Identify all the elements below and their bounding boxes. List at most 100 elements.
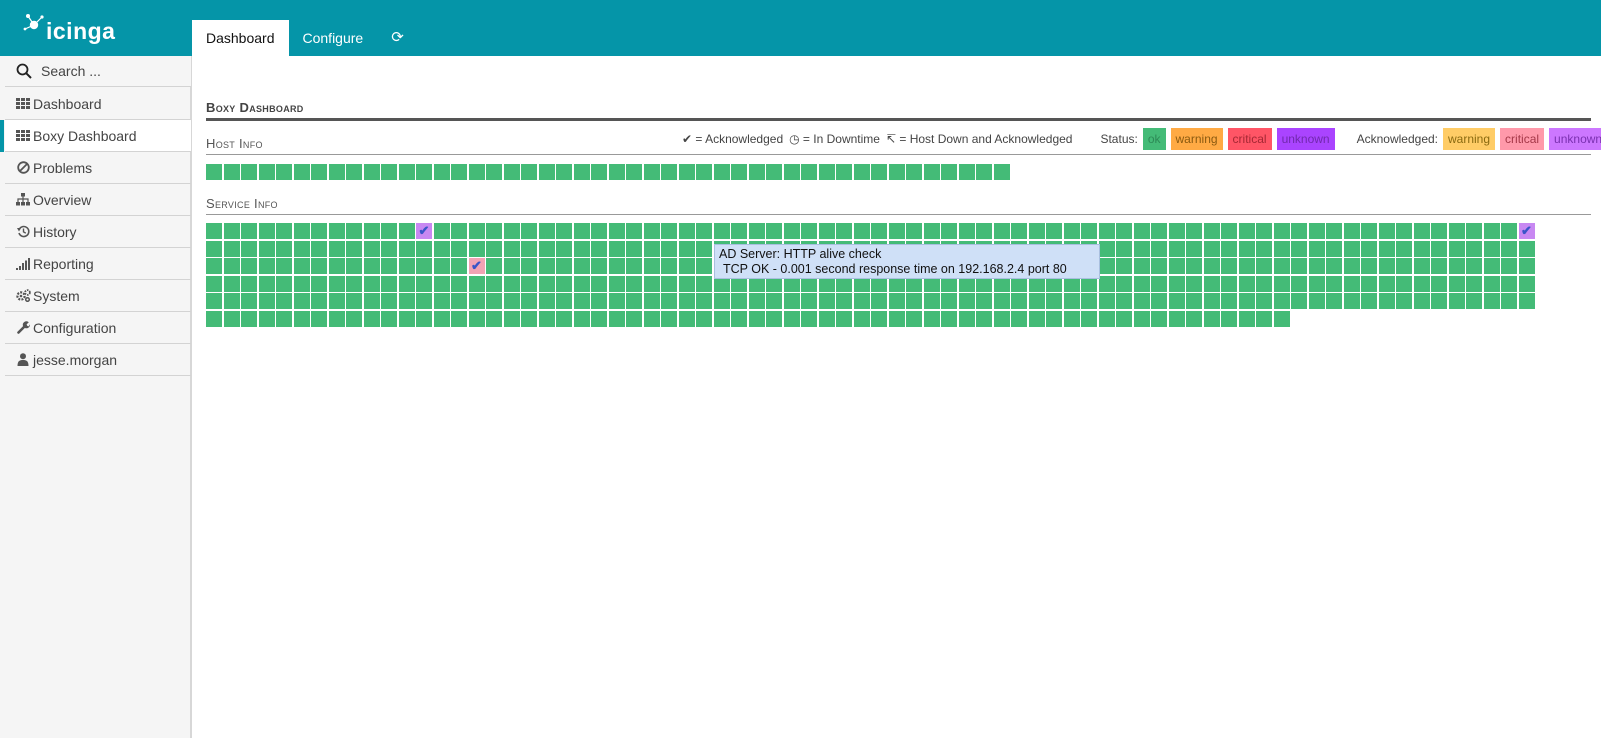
service-status-box[interactable] <box>276 258 292 274</box>
service-status-box[interactable] <box>836 293 852 309</box>
service-status-box[interactable] <box>678 258 695 274</box>
host-status-box[interactable] <box>328 164 345 180</box>
service-status-box[interactable] <box>1448 223 1465 239</box>
service-status-box[interactable] <box>1483 240 1500 257</box>
service-status-box[interactable] <box>206 293 222 309</box>
service-status-box[interactable] <box>1238 310 1255 327</box>
service-status-box[interactable] <box>416 310 432 327</box>
service-status-box[interactable] <box>1256 258 1272 274</box>
service-status-box[interactable] <box>766 223 782 239</box>
service-status-box[interactable] <box>398 223 415 239</box>
host-status-box[interactable] <box>223 164 240 180</box>
service-status-box[interactable] <box>1291 275 1307 292</box>
service-status-box[interactable] <box>1326 275 1342 292</box>
service-status-box[interactable] <box>416 275 432 292</box>
service-status-box[interactable] <box>608 310 625 327</box>
service-status-box[interactable] <box>696 293 712 309</box>
sidebar-item-system[interactable]: System <box>5 280 191 312</box>
host-status-box[interactable] <box>643 164 660 180</box>
service-status-box[interactable] <box>643 223 660 239</box>
service-status-box[interactable] <box>206 240 222 257</box>
service-status-box[interactable] <box>1028 223 1045 239</box>
service-status-box[interactable] <box>451 275 467 292</box>
service-status-box[interactable] <box>293 223 310 239</box>
service-status-box[interactable] <box>661 275 677 292</box>
service-status-box[interactable] <box>398 293 415 309</box>
service-status-box[interactable] <box>223 240 240 257</box>
service-status-box[interactable] <box>1186 240 1202 257</box>
service-status-box[interactable] <box>468 310 485 327</box>
host-status-box[interactable] <box>556 164 572 180</box>
service-status-box[interactable] <box>1186 258 1202 274</box>
service-status-box[interactable] <box>1308 223 1325 239</box>
host-status-box[interactable] <box>468 164 485 180</box>
service-status-box[interactable] <box>433 275 450 292</box>
service-status-box[interactable] <box>836 223 852 239</box>
service-status-box[interactable] <box>346 240 362 257</box>
service-status-box[interactable] <box>696 310 712 327</box>
service-status-box[interactable] <box>293 275 310 292</box>
service-status-box[interactable] <box>748 223 765 239</box>
service-status-box[interactable] <box>468 240 485 257</box>
service-status-box[interactable] <box>381 310 397 327</box>
service-status-box[interactable] <box>993 293 1010 309</box>
service-status-box[interactable] <box>1483 275 1500 292</box>
service-status-box[interactable] <box>696 275 712 292</box>
service-status-box[interactable] <box>1273 240 1290 257</box>
service-status-box[interactable] <box>818 310 835 327</box>
service-status-box[interactable] <box>521 293 537 309</box>
service-status-box[interactable] <box>276 240 292 257</box>
service-status-box[interactable] <box>1396 293 1412 309</box>
service-status-box[interactable] <box>1396 258 1412 274</box>
service-status-box[interactable] <box>433 258 450 274</box>
service-status-box[interactable] <box>1361 223 1377 239</box>
service-status-box[interactable] <box>1413 240 1430 257</box>
host-status-box[interactable] <box>871 164 887 180</box>
service-status-box[interactable] <box>1326 240 1342 257</box>
service-status-box[interactable] <box>1221 310 1237 327</box>
service-status-box[interactable] <box>486 223 502 239</box>
service-status-box[interactable] <box>556 275 572 292</box>
service-status-box[interactable] <box>1168 293 1185 309</box>
service-status-box[interactable] <box>241 293 257 309</box>
host-status-box[interactable] <box>346 164 362 180</box>
service-status-box[interactable] <box>1081 293 1097 309</box>
service-status-box[interactable] <box>1308 293 1325 309</box>
service-status-box[interactable] <box>1483 258 1500 274</box>
service-status-box[interactable] <box>538 310 555 327</box>
service-status-box[interactable] <box>416 258 432 274</box>
service-status-box[interactable] <box>1151 275 1167 292</box>
service-status-box[interactable] <box>223 310 240 327</box>
service-status-box[interactable] <box>1431 240 1447 257</box>
service-status-box[interactable] <box>468 223 485 239</box>
service-status-box[interactable] <box>643 293 660 309</box>
service-status-box[interactable] <box>311 240 327 257</box>
service-status-box[interactable] <box>503 240 520 257</box>
service-status-box[interactable] <box>748 293 765 309</box>
host-status-box[interactable] <box>538 164 555 180</box>
service-status-box[interactable] <box>1116 240 1132 257</box>
service-status-box[interactable] <box>206 310 222 327</box>
service-status-box[interactable] <box>1448 240 1465 257</box>
service-status-box[interactable] <box>346 223 362 239</box>
service-status-box[interactable] <box>731 223 747 239</box>
service-status-box[interactable] <box>1361 240 1377 257</box>
service-status-box[interactable] <box>591 275 607 292</box>
service-status-box[interactable] <box>696 258 712 274</box>
service-status-box-critical-acknowledged[interactable]: ✔ <box>468 258 485 274</box>
service-status-box[interactable] <box>1396 275 1412 292</box>
service-status-box[interactable] <box>1343 223 1360 239</box>
service-status-box[interactable] <box>1011 310 1027 327</box>
service-status-box[interactable] <box>748 310 765 327</box>
service-status-box[interactable] <box>433 310 450 327</box>
service-status-box[interactable] <box>503 310 520 327</box>
service-status-box[interactable] <box>591 258 607 274</box>
service-status-box[interactable] <box>1186 275 1202 292</box>
service-status-box[interactable] <box>1343 240 1360 257</box>
service-status-box[interactable] <box>1518 293 1535 309</box>
service-status-box[interactable] <box>486 275 502 292</box>
service-status-box[interactable] <box>556 240 572 257</box>
host-status-box[interactable] <box>398 164 415 180</box>
service-status-box[interactable] <box>836 310 852 327</box>
service-status-box[interactable] <box>468 293 485 309</box>
